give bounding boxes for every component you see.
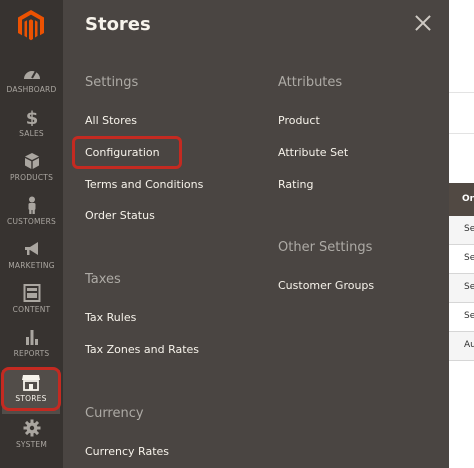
sidebar-item-system[interactable]: SYSTEM bbox=[0, 419, 63, 463]
close-icon[interactable] bbox=[414, 14, 432, 32]
sidebar-item-reports[interactable]: REPORTS bbox=[0, 328, 63, 372]
divider bbox=[449, 133, 474, 134]
megaphone-icon bbox=[24, 242, 38, 255]
menu-link-tax-zones-and-rates[interactable]: Tax Zones and Rates bbox=[85, 343, 199, 356]
menu-link-rating[interactable]: Rating bbox=[278, 178, 313, 191]
sidebar-item-sales[interactable]: $ SALES bbox=[0, 108, 63, 152]
sidebar-item-dashboard[interactable]: DASHBOARD bbox=[0, 64, 63, 108]
divider bbox=[449, 92, 474, 93]
menu-link-tax-rules[interactable]: Tax Rules bbox=[85, 311, 136, 324]
admin-sidebar: DASHBOARD $ SALES PRODUCTS CUSTOMERS MAR… bbox=[0, 0, 63, 468]
section-title-settings: Settings bbox=[85, 75, 139, 90]
stores-menu-panel: Stores Settings All Stores Configuration… bbox=[63, 0, 449, 468]
background-page: Or Se Se Se Se Au bbox=[449, 0, 474, 468]
sidebar-item-label: CONTENT bbox=[12, 305, 51, 314]
sidebar-item-label: PRODUCTS bbox=[9, 173, 54, 182]
cube-icon bbox=[24, 153, 39, 169]
sidebar-item-content[interactable]: CONTENT bbox=[0, 284, 63, 328]
sidebar-item-label: MARKETING bbox=[8, 261, 55, 270]
sidebar-item-label: REPORTS bbox=[13, 349, 50, 358]
section-title-currency: Currency bbox=[85, 406, 144, 421]
menu-link-product[interactable]: Product bbox=[278, 114, 320, 127]
gear-icon bbox=[23, 419, 40, 437]
menu-link-attribute-set[interactable]: Attribute Set bbox=[278, 146, 348, 159]
menu-link-customer-groups[interactable]: Customer Groups bbox=[278, 279, 374, 292]
sidebar-item-label: DASHBOARD bbox=[6, 85, 57, 94]
person-icon bbox=[28, 196, 35, 214]
sidebar-item-marketing[interactable]: MARKETING bbox=[0, 240, 63, 284]
menu-link-currency-rates[interactable]: Currency Rates bbox=[85, 445, 169, 458]
table-header-cell[interactable]: Or bbox=[449, 183, 474, 216]
table-cell[interactable]: Se bbox=[449, 303, 474, 332]
panel-title: Stores bbox=[85, 14, 151, 35]
svg-text:$: $ bbox=[25, 108, 38, 126]
section-title-attributes: Attributes bbox=[278, 75, 343, 90]
menu-link-terms-and-conditions[interactable]: Terms and Conditions bbox=[85, 178, 203, 191]
configuration-highlight-outline bbox=[72, 136, 182, 169]
sidebar-item-label: CUSTOMERS bbox=[7, 217, 56, 226]
table-cell[interactable]: Se bbox=[449, 274, 474, 303]
gauge-icon bbox=[23, 70, 40, 79]
menu-link-order-status[interactable]: Order Status bbox=[85, 209, 155, 222]
section-title-taxes: Taxes bbox=[85, 272, 121, 287]
section-title-other-settings: Other Settings bbox=[278, 240, 373, 255]
stores-highlight-outline bbox=[1, 367, 61, 411]
menu-link-all-stores[interactable]: All Stores bbox=[85, 114, 137, 127]
sidebar-item-label: SALES bbox=[19, 129, 44, 138]
sidebar-item-label: SYSTEM bbox=[15, 440, 48, 449]
table-cell[interactable]: Se bbox=[449, 245, 474, 274]
sidebar-item-customers[interactable]: CUSTOMERS bbox=[0, 196, 63, 240]
dollar-icon: $ bbox=[25, 108, 38, 126]
table-cell[interactable]: Au bbox=[449, 332, 474, 361]
bar-chart-icon bbox=[25, 330, 38, 345]
table-cell[interactable]: Se bbox=[449, 216, 474, 245]
layout-icon bbox=[23, 284, 40, 302]
magento-logo-icon[interactable] bbox=[14, 8, 48, 42]
sidebar-item-products[interactable]: PRODUCTS bbox=[0, 152, 63, 196]
